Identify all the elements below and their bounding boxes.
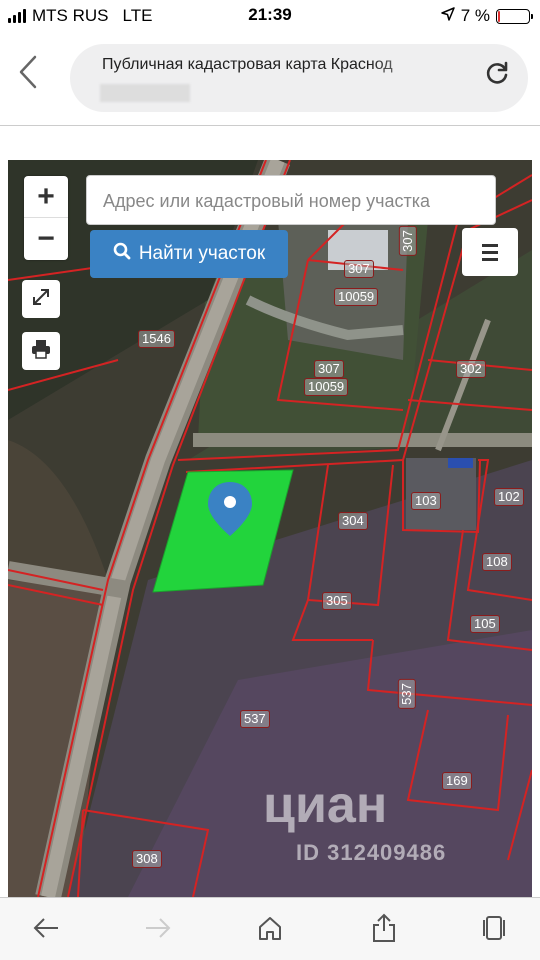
arrow-left-icon[interactable]: [26, 910, 66, 946]
parcel-label[interactable]: 1546: [138, 330, 175, 348]
home-icon[interactable]: [250, 910, 290, 946]
battery-icon: [496, 8, 533, 24]
parcel-label[interactable]: 307: [314, 360, 344, 378]
fullscreen-button[interactable]: [22, 280, 60, 318]
parcel-label[interactable]: 537: [397, 679, 416, 709]
browser-toolbar: [0, 897, 540, 960]
parcel-label[interactable]: 537: [240, 710, 270, 728]
menu-button[interactable]: [462, 228, 518, 276]
share-icon[interactable]: [364, 910, 404, 946]
status-bar: MTS RUS LTE 21:39 7 %: [0, 0, 540, 32]
parcel-label[interactable]: 103: [411, 492, 441, 510]
cadastral-map[interactable]: 1546 307 10059 307 10059 307 302 304 103…: [8, 160, 532, 897]
find-parcel-label: Найти участок: [138, 243, 266, 264]
cadastral-search-input[interactable]: Адрес или кадастровый номер участка: [86, 175, 496, 225]
arrow-right-icon[interactable]: [138, 910, 178, 946]
print-button[interactable]: [22, 332, 60, 370]
zoom-control: + −: [24, 176, 68, 260]
url-field[interactable]: Публичная кадастровая карта Краснод: [70, 44, 528, 112]
watermark-id: ID 312409486: [296, 840, 447, 865]
parcel-label[interactable]: 10059: [334, 288, 379, 306]
parcel-label[interactable]: 304: [338, 512, 368, 530]
status-right: 7 %: [440, 6, 533, 26]
parcel-label[interactable]: 305: [322, 592, 352, 610]
find-parcel-button[interactable]: Найти участок: [90, 230, 288, 278]
parcel-label[interactable]: 10059: [304, 378, 349, 396]
zoom-in-button[interactable]: +: [24, 176, 68, 218]
watermark-brand: циан: [263, 776, 388, 834]
parcel-label[interactable]: 108: [482, 553, 512, 571]
printer-icon: [30, 338, 52, 365]
parcel-label[interactable]: 102: [494, 488, 524, 506]
parcel-label[interactable]: 105: [470, 615, 500, 633]
reload-icon[interactable]: [484, 60, 510, 94]
url-blurred: [100, 84, 190, 102]
expand-icon: [30, 286, 52, 313]
browser-address-bar: Публичная кадастровая карта Краснод: [0, 32, 540, 126]
tabs-icon[interactable]: [474, 910, 514, 946]
location-arrow-icon: [440, 6, 455, 26]
battery-percent: 7 %: [460, 6, 490, 25]
parcel-label[interactable]: 308: [132, 850, 162, 868]
title-fade: [370, 52, 450, 78]
parcel-label[interactable]: 169: [442, 772, 472, 790]
parcel-label[interactable]: 307: [344, 260, 374, 278]
search-icon: [113, 242, 131, 266]
parcel-label[interactable]: 307: [398, 226, 417, 256]
parcel-label[interactable]: 302: [456, 360, 486, 378]
zoom-out-button[interactable]: −: [24, 218, 68, 260]
chevron-left-icon[interactable]: [18, 54, 38, 97]
menu-icon: [482, 243, 498, 247]
